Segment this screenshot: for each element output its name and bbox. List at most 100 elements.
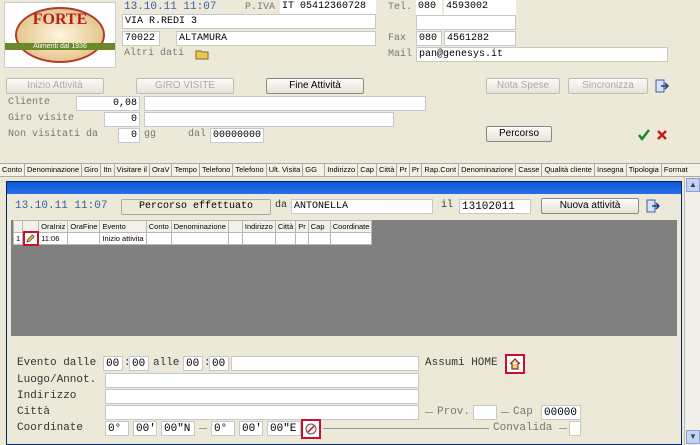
evento-h1-field[interactable]: 00 bbox=[103, 356, 123, 371]
address-field[interactable]: VIA R.REDI 3 bbox=[122, 14, 376, 29]
grid-col-citta[interactable]: Città bbox=[274, 220, 297, 233]
dal-field[interactable]: 00000000 bbox=[210, 128, 264, 143]
city-field[interactable]: ALTAMURA bbox=[176, 31, 376, 46]
luogo-field[interactable] bbox=[105, 373, 419, 388]
col-pr[interactable]: Pr bbox=[397, 164, 410, 176]
exit-icon[interactable] bbox=[654, 78, 670, 94]
lat-deg-field[interactable]: 0° bbox=[105, 421, 129, 436]
fax-prefix-field[interactable]: 080 bbox=[416, 31, 442, 46]
col-telefono[interactable]: Telefono bbox=[200, 164, 234, 176]
row-edit-cell[interactable] bbox=[22, 231, 40, 246]
indirizzo-field[interactable] bbox=[105, 389, 419, 404]
col-tipologia[interactable]: Tipologia bbox=[627, 164, 662, 176]
table-row[interactable]: 1 11:06 Inizio attivita bbox=[12, 231, 373, 246]
col-telefono2[interactable]: Telefono bbox=[233, 164, 267, 176]
cap-label: Cap bbox=[513, 406, 533, 418]
giro-visite-button[interactable]: GIRO VISITE bbox=[136, 78, 234, 94]
col-giro[interactable]: Giro bbox=[82, 164, 102, 176]
col-insegna[interactable]: Insegna bbox=[595, 164, 627, 176]
lat-min-field[interactable]: 00' bbox=[133, 421, 157, 436]
col-itn[interactable]: Itn bbox=[101, 164, 115, 176]
nota-spese-button[interactable]: Nota Spese bbox=[486, 78, 560, 94]
grid-col-oraini[interactable]: OraIniz bbox=[38, 220, 69, 233]
il-date-field[interactable]: 13102011 bbox=[459, 199, 531, 214]
tel-prefix-field[interactable]: 080 bbox=[416, 0, 442, 15]
grid-col-pr[interactable]: Pr bbox=[295, 220, 309, 233]
col-indirizzo[interactable]: Indirizzo bbox=[325, 164, 359, 176]
cap-detail-field[interactable]: 00000 bbox=[541, 405, 581, 420]
sincronizza-button[interactable]: Sincronizza bbox=[568, 78, 648, 94]
percorso-button[interactable]: Percorso bbox=[486, 126, 552, 142]
col-denominazione[interactable]: Denominazione bbox=[25, 164, 83, 176]
cliente-code-field[interactable]: 0,08 bbox=[76, 96, 140, 111]
grid-col-indirizzo[interactable]: Indirizzo bbox=[241, 220, 276, 233]
grid-col-conto[interactable]: Conto bbox=[145, 220, 172, 233]
lon-deg-field[interactable]: 0° bbox=[211, 421, 235, 436]
locate-icon[interactable] bbox=[301, 419, 321, 439]
scroll-down-icon[interactable]: ▼ bbox=[686, 430, 700, 444]
col-orav[interactable]: OraV bbox=[150, 164, 173, 176]
lon-sec-field[interactable]: 00"E bbox=[267, 421, 301, 436]
col-rap-cont[interactable]: Rap.Cont bbox=[422, 164, 460, 176]
logo: FORTE Alimenti dal 1936 bbox=[4, 2, 116, 68]
evento-h2-field[interactable]: 00 bbox=[183, 356, 203, 371]
col-denominazione2[interactable]: Denominazione bbox=[459, 164, 517, 176]
cap-field[interactable]: 70022 bbox=[122, 31, 160, 46]
home-icon[interactable] bbox=[505, 354, 525, 374]
edit-pencil-icon[interactable] bbox=[22, 231, 39, 246]
confirm-check-icon[interactable] bbox=[636, 127, 652, 143]
nuova-attivita-button[interactable]: Nuova attività bbox=[541, 198, 639, 214]
evento-desc-field[interactable] bbox=[231, 356, 419, 371]
agent-field[interactable]: ANTONELLA bbox=[291, 199, 433, 214]
grid-col-coordinate[interactable]: Coordinate bbox=[329, 220, 373, 233]
citta-field[interactable] bbox=[105, 405, 419, 420]
row-oraini: 11:06 bbox=[38, 232, 69, 245]
fine-attivita-button[interactable]: Fine Attività bbox=[266, 78, 364, 94]
col-qualita[interactable]: Qualità cliente bbox=[542, 164, 595, 176]
col-citta[interactable]: Città bbox=[377, 164, 398, 176]
non-visitati-field[interactable]: 0 bbox=[118, 128, 140, 143]
col-cap[interactable]: Cap bbox=[358, 164, 377, 176]
col-pr2[interactable]: Pr bbox=[410, 164, 423, 176]
col-casse[interactable]: Casse bbox=[516, 164, 543, 176]
grid-col-cap[interactable]: Cap bbox=[307, 220, 331, 233]
grid-col-evento[interactable]: Evento bbox=[99, 220, 147, 233]
vertical-scrollbar[interactable]: ▲ ▼ bbox=[684, 177, 700, 445]
col-visitare[interactable]: Visitare il bbox=[115, 164, 150, 176]
col-format[interactable]: Format bbox=[662, 164, 690, 176]
grid-col-denominazione[interactable]: Denominazione bbox=[170, 220, 229, 233]
panel-exit-icon[interactable] bbox=[645, 198, 661, 214]
row-orafine bbox=[67, 232, 101, 245]
evento-m2-field[interactable]: 00 bbox=[209, 356, 229, 371]
col-ult-visita[interactable]: Ult. Visita bbox=[267, 164, 304, 176]
scroll-up-icon[interactable]: ▲ bbox=[686, 178, 700, 192]
coordinate-label: Coordinate bbox=[17, 422, 84, 434]
folder-icon[interactable] bbox=[194, 46, 210, 62]
lon-min-field[interactable]: 00' bbox=[239, 421, 263, 436]
col-gg[interactable]: GG bbox=[303, 164, 326, 176]
evento-m1-field[interactable]: 00 bbox=[129, 356, 149, 371]
fax-number-field[interactable]: 4561282 bbox=[444, 31, 516, 46]
country-field[interactable]: IT bbox=[280, 0, 298, 15]
col-tempo[interactable]: Tempo bbox=[172, 164, 200, 176]
lat-sec-field[interactable]: 00"N bbox=[161, 421, 195, 436]
inizio-attivita-button[interactable]: Inizio Attività bbox=[6, 78, 104, 94]
mail-field[interactable]: pan@genesys.it bbox=[416, 47, 668, 62]
piva-field[interactable]: 05412360728 bbox=[298, 0, 376, 15]
non-visitati-label: Non visitati da bbox=[8, 129, 99, 140]
prov-field[interactable] bbox=[473, 405, 497, 420]
row-evento: Inizio attivita bbox=[99, 232, 147, 245]
col-conto[interactable]: Conto bbox=[0, 164, 26, 176]
grid-col-orafine[interactable]: OraFine bbox=[67, 220, 101, 233]
convalida-checkbox[interactable] bbox=[569, 421, 581, 436]
giro-name-field[interactable] bbox=[144, 112, 394, 127]
cliente-name-field[interactable] bbox=[144, 96, 426, 111]
row-blank bbox=[227, 232, 243, 245]
piva-label: P.IVA bbox=[245, 2, 276, 13]
panel-titlebar bbox=[7, 182, 681, 194]
tel-number-field[interactable]: 4593002 bbox=[444, 0, 516, 15]
giro-code-field[interactable]: 0 bbox=[104, 112, 140, 127]
cancel-x-icon[interactable] bbox=[654, 127, 670, 143]
tel2-field[interactable] bbox=[416, 15, 516, 30]
logo-text: FORTE bbox=[32, 11, 88, 28]
